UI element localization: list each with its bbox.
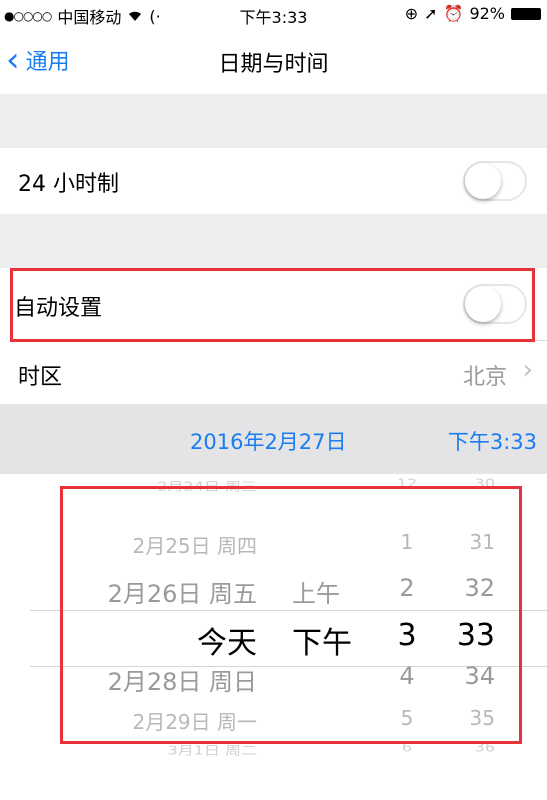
chevron-right-icon: › (522, 355, 533, 385)
annotation-highlight-picker (60, 486, 522, 744)
status-right: ⊕ ➚ ⏰ 92% (405, 4, 541, 23)
section-gap (0, 214, 547, 268)
timezone-value: 北京 (462, 365, 507, 390)
section-gap (0, 94, 547, 148)
lock-rotation-icon: ⊕ (404, 4, 419, 23)
battery-percent: 92% (469, 4, 505, 23)
battery-icon (511, 7, 541, 20)
status-bar: ●○○○○ 中国移动 (· 下午3:33 ⊕ ➚ ⏰ 92% (0, 0, 547, 27)
hour24-toggle[interactable] (463, 161, 527, 201)
location-icon: ➚ (424, 4, 438, 23)
page-title: 日期与时间 (218, 52, 329, 77)
timezone-label: 时区 (18, 365, 63, 390)
selected-date: 2016年2月27日 (190, 430, 347, 454)
toggle-knob (465, 163, 501, 199)
hour24-label: 24 小时制 (18, 172, 119, 197)
hour24-row: 24 小时制 (0, 148, 547, 214)
annotation-highlight-auto-set (10, 268, 535, 342)
navigation-bar: ‹ 通用 日期与时间 (0, 26, 547, 94)
selected-time: 下午3:33 (447, 430, 537, 454)
datetime-summary[interactable]: 2016年2月27日 下午3:33 (0, 404, 547, 474)
alarm-icon: ⏰ (443, 4, 464, 23)
timezone-row[interactable]: 时区 北京 › (0, 341, 547, 404)
